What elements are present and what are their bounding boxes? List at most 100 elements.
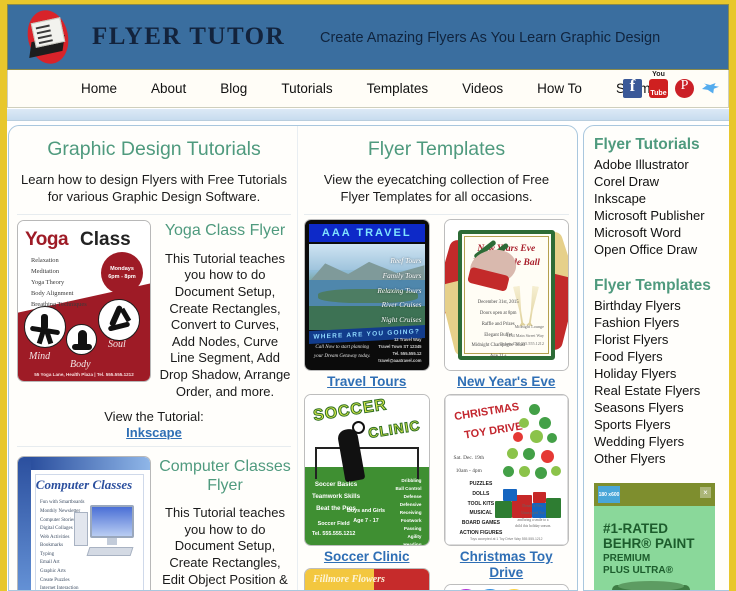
template-cell: AAA TRAVEL Reef Tours Family Tours Relax…: [304, 219, 430, 390]
main-navigation: Home About Blog Tutorials Templates Vide…: [7, 70, 729, 108]
yoga-footer-contact: 55 Yoga Lane, Health Plaza | Tel. 555.55…: [34, 372, 134, 378]
templates-heading: Flyer Templates: [367, 138, 506, 160]
soccer-ball-icon: [352, 421, 365, 435]
social-links: [623, 71, 720, 98]
nav-item-howto[interactable]: How To: [520, 81, 599, 96]
travel-flyer-art: AAA TRAVEL Reef Tours Family Tours Relax…: [305, 220, 429, 371]
nav-item-home[interactable]: Home: [64, 81, 134, 96]
template-cell: CHRISTMAS TOY DRIVE Sat. Dec. 19th 10am …: [443, 394, 570, 590]
computer-tower-icon: [74, 512, 88, 547]
facebook-icon[interactable]: [623, 76, 642, 98]
yoga-flyer-thumbnail[interactable]: Yoga Class Relaxation Meditation Yoga Th…: [17, 220, 151, 383]
soccer-word-a: SOCCER: [312, 396, 389, 425]
template-label-soccer-clinic[interactable]: Soccer Clinic: [304, 549, 430, 565]
sidebar-item-real-estate-flyers[interactable]: Real Estate Flyers: [594, 382, 729, 399]
yoga-label-body: Body: [70, 359, 91, 371]
sidebar-item-corel-draw[interactable]: Corel Draw: [594, 173, 729, 190]
yoga-tutorial-title[interactable]: Yoga Class Flyer: [159, 222, 291, 240]
pinterest-icon[interactable]: [675, 78, 694, 98]
nav-item-about[interactable]: About: [134, 81, 203, 96]
christmas-tree-icon: [501, 404, 563, 500]
youtube-icon[interactable]: [649, 71, 668, 98]
page-body: Graphic Design Tutorials Learn how to de…: [7, 125, 729, 591]
right-sidebar: Flyer Tutorials Adobe Illustrator Corel …: [583, 125, 729, 591]
travel-contact: 12 Travel Way Travel Town ST 12345 Tel. …: [378, 336, 422, 364]
sidebar-item-florist-flyers[interactable]: Florist Flyers: [594, 331, 729, 348]
annual-flyer-thumbnail-partial[interactable]: Annual: [443, 584, 569, 590]
sidebar-heading-tutorials: Flyer Tutorials: [594, 136, 700, 153]
ad-close-icon[interactable]: ×: [700, 487, 711, 499]
yoga-label-soul: Soul: [108, 339, 126, 351]
nav-item-tutorials[interactable]: Tutorials: [264, 81, 349, 96]
sidebar-item-seasons-flyers[interactable]: Seasons Flyers: [594, 399, 729, 416]
computer-tutorial-body: This Tutorial teaches you how to do Docu…: [162, 505, 288, 590]
christmas-flyer-thumbnail[interactable]: CHRISTMAS TOY DRIVE Sat. Dec. 19th 10am …: [443, 394, 569, 547]
sidebar-item-other-flyers[interactable]: Other Flyers: [594, 450, 729, 467]
sidebar-item-wedding-flyers[interactable]: Wedding Flyers: [594, 433, 729, 450]
computer-monitor-icon: [90, 505, 134, 539]
new-years-flyer-thumbnail[interactable]: New Years Eve Masquerade Ball December 3…: [443, 219, 569, 372]
yoga-bullet-list: Relaxation Meditation Yoga Theory Body A…: [31, 257, 87, 309]
site-logo[interactable]: [22, 6, 78, 68]
site-tagline: Create Amazing Flyers As You Learn Graph…: [320, 30, 661, 46]
nav-item-templates[interactable]: Templates: [350, 81, 446, 96]
sidebar-item-food-flyers[interactable]: Food Flyers: [594, 348, 729, 365]
yoga-tutorial-text: Yoga Class Flyer This Tutorial teaches y…: [159, 220, 291, 400]
soccer-flyer-thumbnail[interactable]: SOCCER CLINIC Soccer Basics Teamwork Ski…: [304, 394, 430, 547]
template-label-new-years-eve[interactable]: New Year's Eve: [444, 374, 570, 390]
nye-card: New Years Eve Masquerade Ball December 3…: [457, 230, 555, 361]
sidebar-item-birthday-flyers[interactable]: Birthday Flyers: [594, 297, 729, 314]
sidebar-item-open-office-draw[interactable]: Open Office Draw: [594, 241, 729, 258]
soccer-footer: Soccer Field Tel. 555.555.1212: [312, 520, 356, 537]
template-cell: New Years Eve Masquerade Ball December 3…: [443, 219, 570, 390]
ad-line-1: #1-RATED: [603, 521, 669, 537]
yoga-circle-mind: [24, 306, 66, 349]
christmas-datetime: Sat. Dec. 19th 10am - 4pm: [453, 455, 485, 474]
nav-item-blog[interactable]: Blog: [203, 81, 264, 96]
computer-flyer-title: Computer Classes: [35, 477, 133, 493]
sidebar-item-holiday-flyers[interactable]: Holiday Flyers: [594, 365, 729, 382]
yoga-view-tutorial: View the Tutorial: Inkscape: [17, 409, 291, 440]
template-label-travel-tours[interactable]: Travel Tours: [304, 374, 430, 390]
travel-cta: Call Now to start planning your Dream Ge…: [314, 345, 371, 359]
ad-paint-can-icon: [612, 581, 690, 590]
sidebar-item-microsoft-publisher[interactable]: Microsoft Publisher: [594, 207, 729, 224]
main-content-panel: Graphic Design Tutorials Learn how to de…: [8, 125, 578, 591]
brand-title: FLYER TUTOR: [92, 23, 286, 50]
sidebar-item-sports-flyers[interactable]: Sports Flyers: [594, 416, 729, 433]
tutorials-heading: Graphic Design Tutorials: [47, 138, 261, 160]
computer-monitor-stand: [107, 538, 117, 546]
ad-line-4: PLUS ULTRA®: [603, 565, 673, 577]
christmas-footer: Toys accepted at 1 Toy Drive Way 555.555…: [469, 537, 543, 542]
yoga-title-word-b: Class: [80, 229, 131, 251]
computer-flyer-art: Computer Classes Fun with Smartboards Mo…: [18, 457, 150, 590]
tutorial-entry-computer: Computer Classes Fun with Smartboards Mo…: [17, 451, 291, 590]
sidebar-heading-templates: Flyer Templates: [594, 277, 711, 295]
yoga-schedule-badge: Mondays 6pm - 8pm: [101, 252, 143, 295]
yoga-title-word-a: Yoga: [25, 229, 69, 251]
nav-links: Home About Blog Tutorials Templates Vide…: [64, 81, 682, 96]
sidebar-item-inkscape[interactable]: Inkscape: [594, 190, 729, 207]
template-label-christmas-toy-drive[interactable]: Christmas Toy Drive: [444, 549, 570, 581]
yoga-flyer-art: Yoga Class Relaxation Meditation Yoga Th…: [18, 221, 150, 382]
tutorials-column: Graphic Design Tutorials Learn how to de…: [9, 126, 297, 590]
computer-flyer-thumbnail[interactable]: Computer Classes Fun with Smartboards Mo…: [17, 456, 151, 590]
twitter-icon[interactable]: [701, 79, 720, 98]
yoga-circle-soul: [98, 299, 140, 342]
travel-flyer-thumbnail[interactable]: AAA TRAVEL Reef Tours Family Tours Relax…: [304, 219, 430, 372]
computer-tutorial-title[interactable]: Computer Classes Flyer: [159, 458, 291, 495]
sidebar-item-microsoft-word[interactable]: Microsoft Word: [594, 224, 729, 241]
yoga-view-label: View the Tutorial:: [104, 409, 204, 425]
christmas-note: Donate a New, Unwrapped Toy and bring a …: [514, 503, 552, 529]
yoga-view-link-inkscape[interactable]: Inkscape: [17, 425, 291, 440]
sidebar-item-fashion-flyers[interactable]: Fashion Flyers: [594, 314, 729, 331]
page-root: FLYER TUTOR Create Amazing Flyers As You…: [0, 0, 736, 591]
sidebar-advertisement[interactable]: 180 x600 × #1-RATED BEHR® PAINT PREMIUM …: [594, 483, 715, 590]
tutorial-entry-yoga: Yoga Class Relaxation Meditation Yoga Th…: [17, 214, 291, 400]
nav-item-videos[interactable]: Videos: [445, 81, 520, 96]
computer-keyboard-icon: [86, 547, 134, 557]
nye-signature: Midnight Lounge 1234 Main Street Way Tic…: [499, 324, 544, 346]
flowers-flyer-thumbnail-partial[interactable]: Fillmore Flowers Roses | Lilies | Tulips…: [304, 568, 430, 590]
sidebar-item-adobe-illustrator[interactable]: Adobe Illustrator: [594, 156, 729, 173]
soccer-word-b: CLINIC: [366, 417, 422, 442]
